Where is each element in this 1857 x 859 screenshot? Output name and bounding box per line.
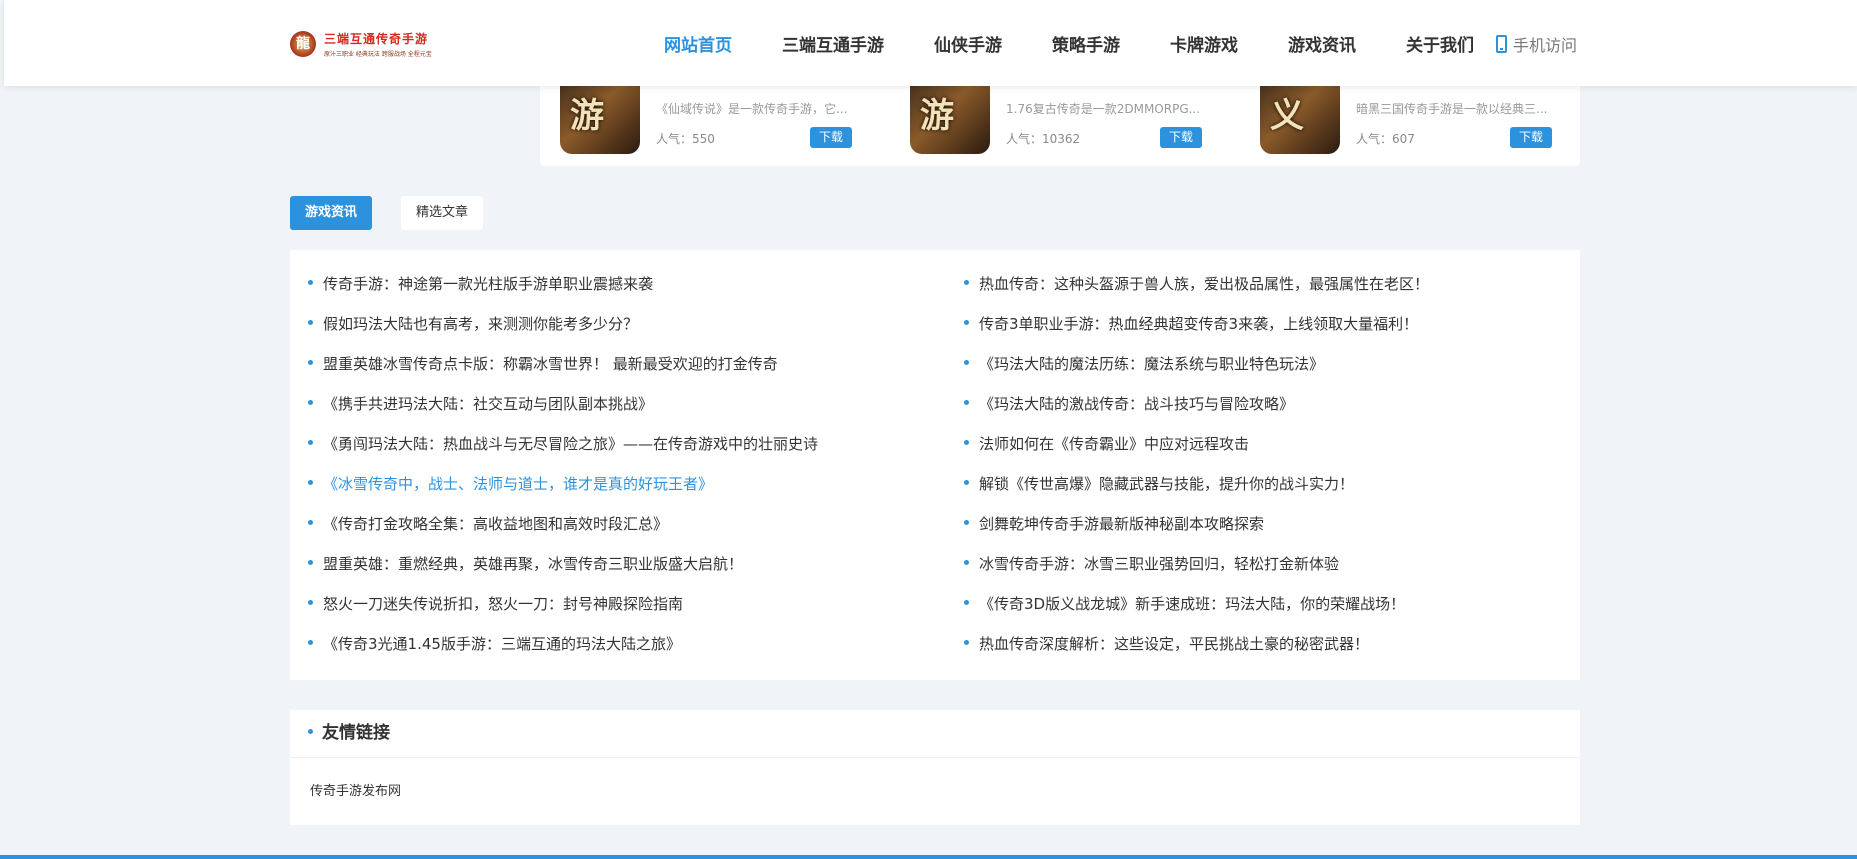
article-link[interactable]: 热血传奇深度解析：这些设定，平民挑战土豪的秘密武器！ [964, 626, 1429, 666]
game-thumbnail[interactable]: 游 [910, 74, 990, 154]
friendly-link[interactable]: 传奇手游发布网 [290, 758, 1580, 799]
article-link[interactable]: 《传奇3光通1.45版手游：三端互通的玛法大陆之旅》 [308, 626, 818, 666]
article-link[interactable]: 盟重英雄冰雪传奇点卡版：称霸冰雪世界！ 最新最受欢迎的打金传奇 [308, 346, 818, 386]
article-link[interactable]: 《冰雪传奇中，战士、法师与道士，谁才是真的好玩王者》 [308, 466, 818, 506]
article-link[interactable]: 传奇手游：神途第一款光柱版手游单职业震撼来袭 [308, 266, 818, 306]
friendly-links-title: 友情链接 [290, 710, 1580, 758]
article-tabs: 游戏资讯 精选文章 [290, 196, 512, 230]
nav-home[interactable]: 网站首页 [664, 31, 732, 56]
article-link[interactable]: 《携手共进玛法大陆：社交互动与团队副本挑战》 [308, 386, 818, 426]
article-link[interactable]: 热血传奇：这种头盔源于兽人族，爱出极品属性，最强属性在老区！ [964, 266, 1429, 306]
article-link[interactable]: 《玛法大陆的魔法历练：魔法系统与职业特色玩法》 [964, 346, 1429, 386]
article-list: 传奇手游：神途第一款光柱版手游单职业震撼来袭 假如玛法大陆也有高考，来测测你能考… [290, 250, 1580, 680]
game-description: 暗黑三国传奇手游是一款以经典三... [1356, 102, 1548, 116]
site-header: 龍 三端互通传奇手游 原汁三职业 经典玩法 跨服战场 全程元宝 网站首页 三端互… [4, 0, 1857, 86]
logo-emblem-icon: 龍 [290, 31, 316, 57]
article-link[interactable]: 剑舞乾坤传奇手游最新版神秘副本攻略探索 [964, 506, 1429, 546]
article-link[interactable]: 假如玛法大陆也有高考，来测测你能考多少分？ [308, 306, 818, 346]
game-popularity: 人气：10362 [1006, 132, 1081, 146]
article-link[interactable]: 怒火一刀迷失传说折扣，怒火一刀：封号神殿探险指南 [308, 586, 818, 626]
article-column-right: 热血传奇：这种头盔源于兽人族，爱出极品属性，最强属性在老区！ 传奇3单职业手游：… [964, 266, 1429, 666]
article-link[interactable]: 法师如何在《传奇霸业》中应对远程攻击 [964, 426, 1429, 466]
footer-divider [0, 855, 1857, 859]
article-link[interactable]: 冰雪传奇手游：冰雪三职业强势回归，轻松打金新体验 [964, 546, 1429, 586]
friendly-links: 友情链接 传奇手游发布网 [290, 710, 1580, 825]
nav-xianxia-games[interactable]: 仙侠手游 [934, 31, 1002, 56]
game-thumbnail[interactable]: 游 [560, 74, 640, 154]
main-nav: 网站首页 三端互通手游 仙侠手游 策略手游 卡牌游戏 游戏资讯 关于我们 [664, 0, 1524, 86]
article-link[interactable]: 传奇3单职业手游：热血经典超变传奇3来袭，上线领取大量福利！ [964, 306, 1429, 346]
nav-strategy-games[interactable]: 策略手游 [1052, 31, 1120, 56]
logo-subtitle: 原汁三职业 经典玩法 跨服战场 全程元宝 [324, 51, 432, 58]
nav-card-games[interactable]: 卡牌游戏 [1170, 31, 1238, 56]
download-button[interactable]: 下载 [1160, 127, 1202, 148]
tab-featured-articles[interactable]: 精选文章 [401, 196, 484, 230]
game-description: 《仙域传说》是一款传奇手游，它... [656, 102, 848, 116]
game-popularity: 人气：550 [656, 132, 715, 146]
site-logo[interactable]: 龍 三端互通传奇手游 原汁三职业 经典玩法 跨服战场 全程元宝 [290, 28, 458, 60]
article-column-left: 传奇手游：神途第一款光柱版手游单职业震撼来袭 假如玛法大陆也有高考，来测测你能考… [308, 266, 818, 666]
mobile-access-label: 手机访问 [1513, 36, 1578, 55]
logo-title: 三端互通传奇手游 [324, 32, 429, 46]
article-link[interactable]: 解锁《传世高爆》隐藏武器与技能，提升你的战斗实力！ [964, 466, 1429, 506]
game-thumbnail[interactable]: 义 [1260, 74, 1340, 154]
article-link[interactable]: 盟重英雄：重燃经典，英雄再聚，冰雪传奇三职业版盛大启航！ [308, 546, 818, 586]
nav-cross-platform-games[interactable]: 三端互通手游 [782, 31, 884, 56]
article-link[interactable]: 《玛法大陆的激战传奇：战斗技巧与冒险攻略》 [964, 386, 1429, 426]
phone-icon [1496, 35, 1507, 53]
game-description: 1.76复古传奇是一款2DMMORPG... [1006, 102, 1201, 116]
download-button[interactable]: 下载 [1510, 127, 1552, 148]
game-popularity: 人气：607 [1356, 132, 1415, 146]
mobile-access-link[interactable]: 手机访问 [1496, 32, 1577, 56]
nav-game-news[interactable]: 游戏资讯 [1288, 31, 1356, 56]
article-link[interactable]: 《传奇3D版义战龙城》新手速成班：玛法大陆，你的荣耀战场！ [964, 586, 1429, 626]
article-link[interactable]: 《勇闯玛法大陆：热血战斗与无尽冒险之旅》——在传奇游戏中的壮丽史诗 [308, 426, 818, 466]
article-link[interactable]: 《传奇打金攻略全集：高收益地图和高效时段汇总》 [308, 506, 818, 546]
download-button[interactable]: 下载 [810, 127, 852, 148]
nav-about-us[interactable]: 关于我们 [1406, 31, 1474, 56]
tab-game-news[interactable]: 游戏资讯 [290, 196, 373, 230]
